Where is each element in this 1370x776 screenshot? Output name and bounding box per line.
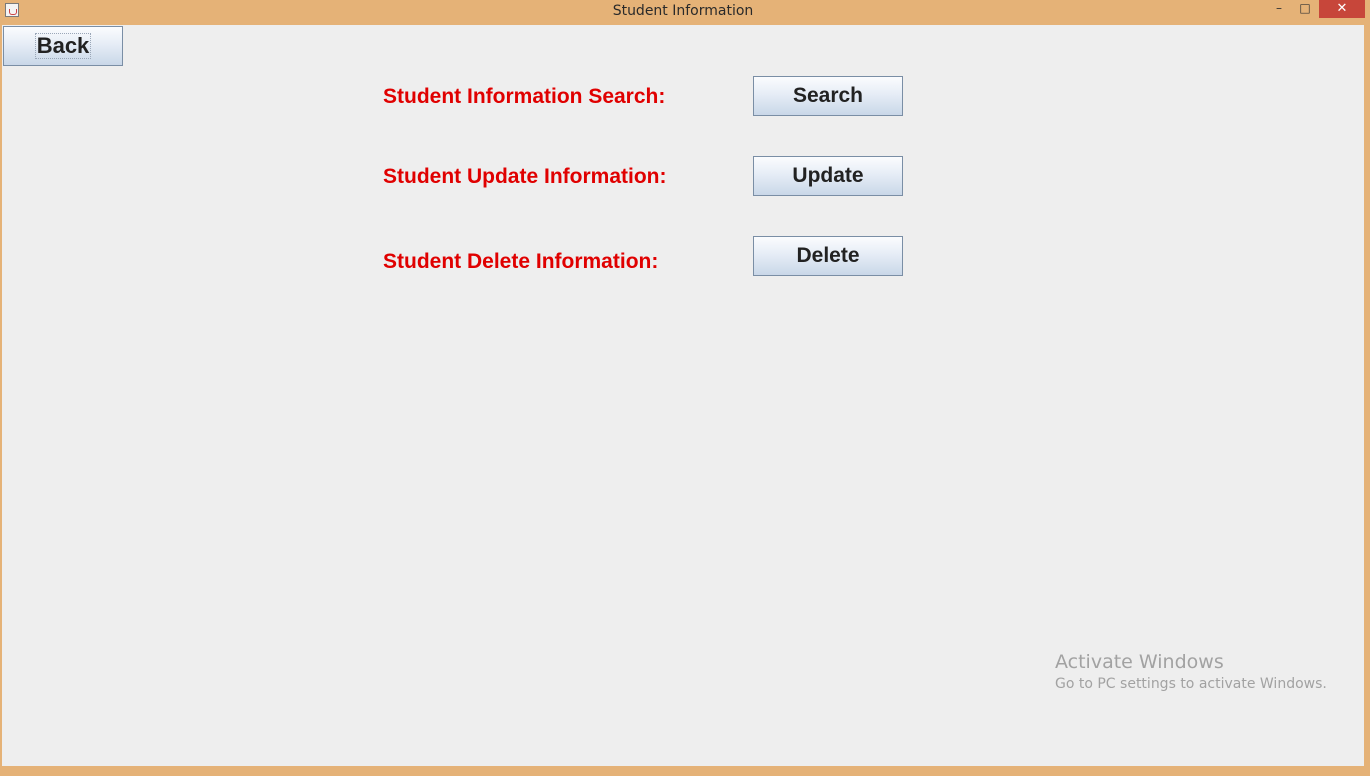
search-label: Student Information Search: xyxy=(383,85,666,108)
close-button[interactable]: ✕ xyxy=(1319,0,1365,18)
delete-label: Student Delete Information: xyxy=(383,250,659,273)
activate-windows-title: Activate Windows xyxy=(1055,651,1224,673)
window-title: Student Information xyxy=(612,3,754,19)
search-button[interactable]: Search xyxy=(753,76,903,116)
maximize-button[interactable]: □ xyxy=(1294,0,1316,18)
update-label: Student Update Information: xyxy=(383,165,667,188)
title-bar[interactable]: Student Information – □ ✕ xyxy=(0,0,1370,22)
delete-button[interactable]: Delete xyxy=(753,236,903,276)
back-button[interactable]: Back xyxy=(3,26,123,66)
back-button-label: Back xyxy=(34,33,92,59)
update-button[interactable]: Update xyxy=(753,156,903,196)
activate-windows-subtitle: Go to PC settings to activate Windows. xyxy=(1055,676,1327,692)
content-panel: Back Student Information Search: Search … xyxy=(2,25,1364,766)
minimize-button[interactable]: – xyxy=(1268,0,1290,18)
app-window: Student Information – □ ✕ Back Student I… xyxy=(0,0,1370,776)
